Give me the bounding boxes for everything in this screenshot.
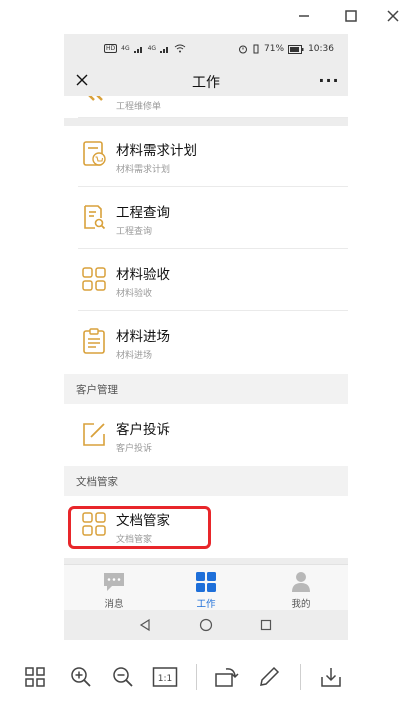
minimize-icon [299,15,309,17]
item-subtitle: 工程查询 [116,227,153,237]
battery-percent: 71% [264,44,285,54]
list-item-material-entry[interactable]: 材料进场 材料进场 [64,311,348,374]
home-button[interactable] [197,616,215,634]
page-title: 工作 [192,75,220,91]
tab-messages[interactable]: 消息 [84,569,144,610]
item-title: 材料验收 [116,267,170,283]
actual-size-label: 1:1 [158,674,172,684]
item-subtitle: 材料需求计划 [116,165,171,175]
recents-square-icon [260,619,272,631]
cart-document-icon [83,141,106,166]
rotate-icon [215,668,239,687]
item-title: 工程查询 [116,205,170,221]
grid-view-icon [25,667,45,687]
clipboard-icon [83,328,105,354]
zoom-in-icon [71,667,91,687]
item-title: 材料进场 [116,329,170,345]
minimize-button[interactable] [292,6,316,26]
back-triangle-icon [139,618,150,632]
app-bar: 工作 ··· [64,64,348,96]
message-icon [104,573,124,591]
section-header-customer: 客户管理 [64,374,348,404]
list-item-material-acceptance[interactable]: 材料验收 材料验收 [64,249,348,311]
tab-profile[interactable]: 我的 [271,569,331,610]
grid-icon [82,267,106,291]
grid-view-button[interactable] [22,664,48,690]
window-controls [273,0,413,32]
maximize-icon [345,10,357,22]
status-bar: HD 4G 4G 71% 10:36 [64,34,348,64]
actual-size-icon: 1:1 [152,667,178,687]
close-window-button[interactable] [381,6,405,26]
signal-2: 4G [147,45,157,52]
list-item-material-demand-plan[interactable]: 材料需求计划 材料需求计划 [64,126,348,187]
item-subtitle: 材料进场 [116,351,153,361]
zoom-in-button[interactable] [68,664,94,690]
tab-bar: 消息 工作 我的 [64,564,348,610]
zoom-out-icon [113,667,133,687]
tab-label: 消息 [104,599,124,610]
download-icon [321,668,341,687]
viewer-toolbar: 1:1 [0,650,413,704]
more-button[interactable]: ··· [318,70,340,90]
recents-button[interactable] [257,616,275,634]
list-item-project-query[interactable]: 工程查询 工程查询 [64,187,348,249]
rotate-button[interactable] [214,664,240,690]
zoom-out-button[interactable] [110,664,136,690]
battery-icon [288,44,304,54]
toolbar-divider [196,664,197,690]
tab-label: 工作 [196,599,216,610]
section-label: 客户管理 [76,384,118,396]
vibrate-icon [253,44,259,54]
divider [78,117,348,118]
list-item-repair-order[interactable]: 工程维修单 [64,96,348,118]
signal-1: 4G [121,45,130,52]
maximize-button[interactable] [339,6,363,26]
signal-icon [133,46,142,53]
user-icon [292,572,310,592]
actual-size-button[interactable]: 1:1 [152,664,178,690]
system-nav-bar [64,610,348,640]
download-button[interactable] [318,664,344,690]
item-subtitle: 材料验收 [116,289,153,299]
status-right: 71% 10:36 [238,44,334,54]
home-circle-icon [199,618,213,632]
edit-icon [83,423,105,446]
tab-label: 我的 [291,599,311,610]
highlight-box [68,506,211,549]
tab-work[interactable]: 工作 [176,569,236,610]
item-subtitle: 工程维修单 [116,102,162,112]
signal-icon [160,46,169,53]
wifi-icon [174,44,186,53]
status-left: HD 4G 4G [104,44,186,53]
list-item-customer-complaint[interactable]: 客户投诉 客户投诉 [64,404,348,466]
alarm-icon [239,45,248,54]
close-icon [387,10,399,22]
back-button[interactable] [136,616,154,634]
toolbar-divider [300,664,301,690]
edit-button[interactable] [256,664,282,690]
phone-screen: HD 4G 4G 71% 10:36 工作 ··· 工程维修单 材料需求计划 材… [64,34,348,640]
edit-pen-icon [260,666,280,686]
clock: 10:36 [308,44,334,54]
search-document-icon [84,205,106,230]
item-title: 客户投诉 [116,422,170,438]
item-subtitle: 客户投诉 [116,444,153,454]
wrench-icon [88,96,103,101]
item-title: 材料需求计划 [116,143,197,159]
section-header-documents: 文档管家 [64,466,348,496]
hd-badge: HD [104,44,118,53]
apps-icon [196,572,216,592]
work-list[interactable]: 工程维修单 材料需求计划 材料需求计划 工程查询 工程查询 材料验收 材料验收 … [64,96,348,564]
section-label: 文档管家 [76,476,118,488]
